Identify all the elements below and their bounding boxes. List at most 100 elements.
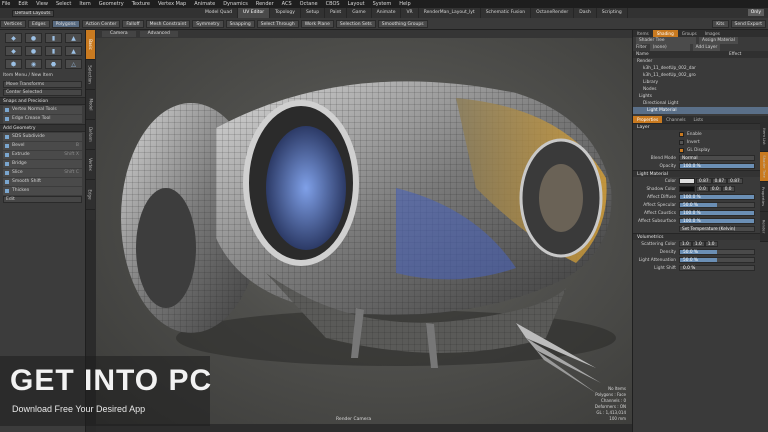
shader-tree-item[interactable]: Nodes (633, 86, 768, 93)
bevel-tool-button[interactable]: Bevel B (3, 142, 82, 150)
menu-edit[interactable]: Edit (18, 1, 28, 7)
light-material-section-header[interactable]: Light Material (633, 170, 768, 177)
right-side-tab-render[interactable]: Render (760, 212, 768, 242)
property-tab-lists[interactable]: Lists (690, 116, 708, 123)
send-export-button[interactable]: Send Export (730, 19, 766, 28)
property-tab-properties[interactable]: Properties (633, 116, 663, 123)
menu-cbos[interactable]: CBOS (326, 1, 340, 7)
menu-view[interactable]: View (36, 1, 48, 7)
kits-button[interactable]: Kits (712, 19, 729, 28)
affect-specular-slider[interactable]: 50.0 % (679, 202, 755, 208)
shadow-b[interactable]: 0.0 (721, 186, 735, 192)
edge-crease-tool-button[interactable]: Edge Crease Tool (3, 115, 82, 123)
enable-checkbox[interactable] (679, 131, 684, 137)
vertices-button[interactable]: Vertices (0, 19, 26, 28)
menu-render[interactable]: Render (256, 1, 274, 7)
gl-display-checkbox[interactable] (679, 147, 684, 153)
layout-tab-renderman-layout-lyt[interactable]: RenderMan_Layout_lyt (419, 8, 481, 18)
right-side-tab-properties[interactable]: Properties (760, 182, 768, 212)
menu-geometry[interactable]: Geometry (99, 1, 124, 7)
shader-tree-item[interactable]: k3h_11_deetUp_002_gro (633, 72, 768, 79)
shader-tree-item[interactable]: Directional Light (633, 100, 768, 107)
menu-layout[interactable]: Layout (348, 1, 365, 7)
layout-tab-octanerender[interactable]: OctaneRender (531, 8, 575, 18)
primitive-icon[interactable]: ◆ (5, 46, 22, 56)
affect-caustics-slider[interactable]: 100.0 % (679, 210, 755, 216)
primitive-icon[interactable]: ▲ (65, 33, 82, 43)
volumetrics-section-header[interactable]: Volumetrics (633, 233, 768, 240)
right-side-tab-shader-tree[interactable]: Shader Tree (760, 152, 768, 182)
color-b[interactable]: 0.87 (727, 178, 743, 184)
right-tab-items[interactable]: Items (633, 30, 653, 37)
shader-tree-item[interactable]: Render (633, 58, 768, 65)
transform-dropdown[interactable]: Move Transforms (3, 81, 82, 88)
primitive-icon[interactable]: ◉ (25, 59, 42, 69)
primitive-icon[interactable]: ▮ (45, 33, 62, 43)
vertex-normal-tools-button[interactable]: Vertex Normal Tools (3, 106, 82, 114)
right-tab-shading[interactable]: Shading (652, 30, 678, 37)
snapping-button[interactable]: Snapping (225, 19, 255, 28)
smooth-shift-tool-button[interactable]: Smooth Shift (3, 178, 82, 186)
layout-tab-uv-editor[interactable]: UV Editor (237, 8, 271, 18)
edit-dropdown[interactable]: Edit (3, 196, 82, 203)
action-center-button[interactable]: Action Center (81, 19, 121, 28)
light-shift-slider[interactable]: 0.0 % (679, 265, 755, 271)
primitive-icon[interactable]: ⬣ (45, 59, 62, 69)
opacity-slider[interactable]: 100.0 % (679, 163, 755, 169)
sds-subdivide-tool-button[interactable]: SDS Subdivide (3, 133, 82, 141)
blend-mode-dropdown[interactable]: Normal (679, 155, 755, 161)
side-tab-model[interactable]: Model (86, 90, 95, 120)
layout-tab-schematic-fusion[interactable]: Schematic Fusion (481, 8, 532, 18)
viewport-tab-camera[interactable]: Camera (102, 31, 136, 37)
shader-tree-item[interactable]: Lights (633, 93, 768, 100)
color-swatch[interactable] (679, 178, 695, 184)
menu-item[interactable]: Item (79, 1, 90, 7)
assign-material-button[interactable]: Assign Material (699, 37, 738, 44)
smoothing-groups-button[interactable]: Smoothing Groups (377, 19, 428, 28)
view-dropdown[interactable]: Shader Tree (636, 37, 696, 44)
bridge-tool-button[interactable]: Bridge (3, 160, 82, 168)
side-tab-edge[interactable]: Edge (86, 180, 95, 210)
mesh-constraint-button[interactable]: Mesh Constraint (145, 19, 191, 28)
scattering-g[interactable]: 1.0 (691, 241, 705, 247)
menu-dynamics[interactable]: Dynamics (223, 1, 248, 7)
falloff-button[interactable]: Falloff (122, 19, 144, 28)
right-tab-images[interactable]: Images (701, 30, 724, 37)
layout-tab-setup[interactable]: Setup (301, 8, 326, 18)
primitive-icon[interactable]: ● (25, 33, 42, 43)
shadow-g[interactable]: 0.0 (708, 186, 722, 192)
primitive-icon[interactable]: ▮ (45, 46, 62, 56)
color-g[interactable]: 0.87 (711, 178, 728, 184)
right-tab-groups[interactable]: Groups (678, 30, 701, 37)
add-geometry-header[interactable]: Add Geometry (0, 124, 85, 132)
selection-sets-button[interactable]: Selection Sets (335, 19, 376, 28)
shadow-r[interactable]: 0.0 (696, 186, 709, 192)
primitive-icon[interactable]: ◆ (5, 33, 22, 43)
layout-tab-paint[interactable]: Paint (325, 8, 348, 18)
layout-tab-scripting[interactable]: Scripting (597, 8, 628, 18)
layout-tab-topology[interactable]: Topology (270, 8, 301, 18)
only-button[interactable]: Only (747, 9, 764, 16)
set-temperature-button[interactable]: Set Temperature (Kelvin) (679, 226, 755, 232)
work-plane-button[interactable]: Work Plane (300, 19, 334, 28)
side-tab-deform[interactable]: Deform (86, 120, 95, 150)
scattering-b[interactable]: 1.0 (704, 241, 718, 247)
shader-tree-item[interactable]: Library (633, 79, 768, 86)
layer-section-header[interactable]: Layer (633, 123, 768, 130)
slice-tool-button[interactable]: Slice Shift C (3, 169, 82, 177)
thicken-tool-button[interactable]: Thicken (3, 187, 82, 195)
menu-octane[interactable]: Octane (300, 1, 318, 7)
side-tab-vertex[interactable]: Vertex (86, 150, 95, 180)
affect-diffuse-slider[interactable]: 100.0 % (679, 194, 755, 200)
primitive-icon[interactable]: △ (65, 59, 82, 69)
density-slider[interactable]: 50.0 % (679, 249, 755, 255)
menu-animate[interactable]: Animate (194, 1, 215, 7)
edges-button[interactable]: Edges (27, 19, 50, 28)
menu-texture[interactable]: Texture (132, 1, 150, 7)
extrude-tool-button[interactable]: Extrude Shift X (3, 151, 82, 159)
affect-subsurface-slider[interactable]: 100.0 % (679, 218, 755, 224)
layout-tab-vr[interactable]: VR (401, 8, 419, 18)
side-tab-basic[interactable]: Basic (86, 30, 95, 60)
layout-selector[interactable]: Default Layouts (12, 9, 54, 17)
menu-select[interactable]: Select (56, 1, 71, 7)
